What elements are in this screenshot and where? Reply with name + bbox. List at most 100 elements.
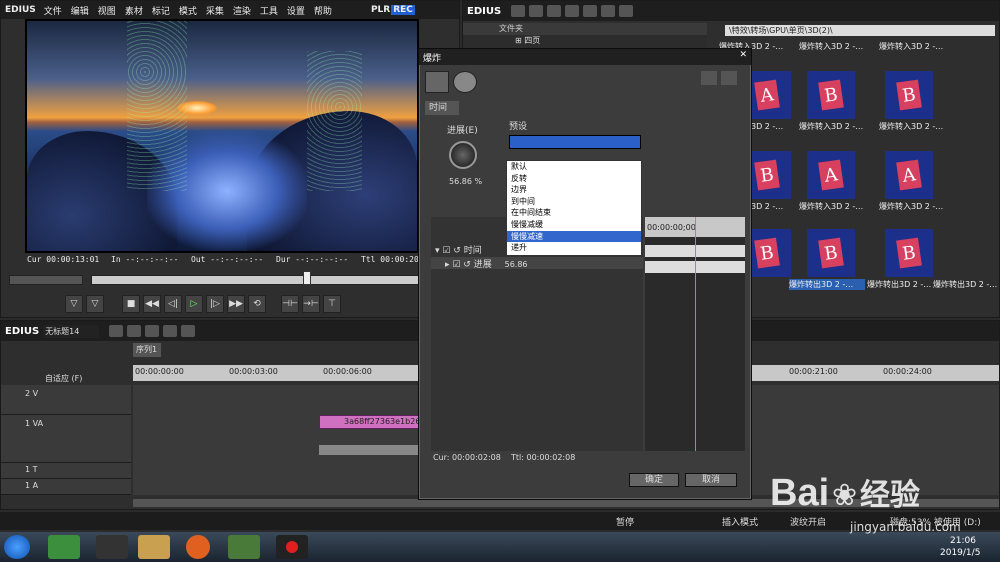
progress-knob[interactable] — [449, 141, 477, 169]
folder-item[interactable]: ⊞ 四页 — [463, 35, 707, 47]
mode-rec[interactable]: REC — [391, 5, 415, 15]
dialog-title: 爆炸 — [423, 54, 442, 64]
delete-icon[interactable] — [583, 5, 598, 17]
preset-dropdown[interactable] — [509, 135, 641, 149]
preset-option[interactable]: 在中间结束 — [507, 207, 641, 219]
preset-option[interactable]: 慢慢减缓 — [507, 219, 641, 231]
overwrite-button[interactable]: →⊢ — [302, 295, 320, 313]
fast-forward-button[interactable]: ▶▶ — [227, 295, 245, 313]
menu-edit[interactable]: 编辑 — [71, 4, 89, 17]
preset-option[interactable]: 到中间 — [507, 196, 641, 208]
time-tab[interactable]: 时间 — [425, 101, 459, 115]
cut-icon[interactable] — [145, 325, 160, 337]
slider-knob[interactable] — [303, 271, 311, 285]
properties-icon[interactable] — [619, 5, 634, 17]
firefox-icon[interactable] — [186, 535, 210, 559]
qq-icon[interactable] — [96, 535, 128, 559]
watermark-url: jingyan.baidu.com — [850, 520, 961, 534]
watermark-brand: Bai — [770, 472, 830, 514]
transition-thumb[interactable]: A — [885, 151, 933, 199]
redo-icon[interactable] — [721, 71, 737, 85]
track-header-2v[interactable]: 2 V — [1, 385, 131, 415]
start-button[interactable] — [4, 535, 30, 559]
tree-progress: 进展 — [473, 260, 492, 270]
rewind-button[interactable]: ◀◀ — [143, 295, 161, 313]
fit-control[interactable]: 自适应 (F) — [45, 373, 82, 384]
track-header-1a[interactable]: 1 A — [1, 479, 131, 495]
sequence-tab[interactable]: 序列1 — [133, 343, 161, 357]
view-icon[interactable] — [547, 5, 562, 17]
trim-button[interactable]: ⊤ — [323, 295, 341, 313]
thumb-label: 爆炸转入3D 2 -… — [879, 122, 944, 131]
shuttle-bar[interactable] — [9, 275, 83, 285]
preview-image — [27, 21, 417, 251]
copy-icon[interactable] — [163, 325, 178, 337]
menu-view[interactable]: 视图 — [98, 4, 116, 17]
track-header-1va[interactable]: 1 VA — [1, 415, 131, 463]
close-icon[interactable]: ✕ — [739, 50, 747, 60]
edius-taskbar-icon[interactable] — [228, 535, 260, 559]
loop-button[interactable]: ⟲ — [248, 295, 266, 313]
preset-option[interactable]: 边界 — [507, 184, 641, 196]
new-sequence-icon[interactable] — [109, 325, 124, 337]
windows-taskbar: 21:06 2019/1/5 — [0, 532, 1000, 562]
folder-item-label: 四页 — [524, 36, 541, 45]
set-in-button[interactable]: ▽ — [65, 295, 83, 313]
paint-tool-icon[interactable] — [425, 71, 449, 93]
folder-header: 文件夹 — [463, 23, 707, 35]
paste-icon[interactable] — [181, 325, 196, 337]
transition-thumb[interactable]: B — [807, 229, 855, 277]
menu-help[interactable]: 帮助 — [314, 4, 332, 17]
step-forward-button[interactable]: |▷ — [206, 295, 224, 313]
menu-render[interactable]: 渲染 — [233, 4, 251, 17]
ruler-tick: 00:00:00:00 — [135, 367, 184, 376]
folder-icon[interactable] — [511, 5, 526, 17]
stop-button[interactable]: ■ — [122, 295, 140, 313]
progress-value: 56.86 % — [449, 177, 483, 186]
step-back-button[interactable]: ◁| — [164, 295, 182, 313]
menu-mode[interactable]: 模式 — [179, 4, 197, 17]
set-out-button[interactable]: ▽ — [86, 295, 104, 313]
explorer-icon[interactable] — [138, 535, 170, 559]
project-name: 无标题14 — [43, 324, 100, 338]
menu-clip[interactable]: 素材 — [125, 4, 143, 17]
preset-option[interactable]: 默认 — [507, 161, 641, 173]
cancel-button[interactable]: 取消 — [685, 473, 737, 487]
play-button[interactable]: ▷ — [185, 295, 203, 313]
undo-icon[interactable] — [701, 71, 717, 85]
menu-tools[interactable]: 工具 — [260, 4, 278, 17]
grid-icon[interactable] — [601, 5, 616, 17]
preset-dropdown-list[interactable]: 默认 反转 边界 到中间 在中间结束 慢慢减缓 慢慢减速 递升 — [506, 160, 642, 256]
mode-plr[interactable]: PLR — [371, 5, 390, 15]
playhead[interactable] — [695, 217, 696, 451]
dur-timecode: Dur --:--:--:-- — [276, 255, 349, 264]
timer-tool-icon[interactable] — [453, 71, 477, 93]
menu-file[interactable]: 文件 — [44, 4, 62, 17]
transition-thumb[interactable]: B — [885, 229, 933, 277]
menu-capture[interactable]: 采集 — [206, 4, 224, 17]
preset-option[interactable]: 反转 — [507, 173, 641, 185]
menu-marker[interactable]: 标记 — [152, 4, 170, 17]
thumb-label: 爆炸转出3D 2 -… — [867, 280, 932, 289]
transition-thumb[interactable]: B — [885, 71, 933, 119]
up-icon[interactable] — [529, 5, 544, 17]
sort-icon[interactable] — [565, 5, 580, 17]
insert-button[interactable]: ⊣⊢ — [281, 295, 299, 313]
dialog-cur: Cur: 00:00:02:08 — [433, 453, 501, 462]
position-slider[interactable] — [91, 275, 421, 285]
record-icon[interactable] — [276, 535, 308, 559]
timeline-clip[interactable]: 3a68ff27363e1b26 — [319, 415, 419, 429]
tree-row-progress[interactable]: ▸ ☑ ↺ 进展 56.86 — [431, 257, 643, 270]
menu-settings[interactable]: 设置 — [287, 4, 305, 17]
ok-button[interactable]: 确定 — [629, 473, 679, 487]
track-name: 1 A — [25, 481, 39, 490]
preset-option[interactable]: 递升 — [507, 242, 641, 254]
track-header-1t[interactable]: 1 T — [1, 463, 131, 479]
clock-time: 21:06 — [950, 536, 976, 546]
cur-timecode: Cur 00:00:13:01 — [27, 255, 100, 264]
browser-icon[interactable] — [48, 535, 80, 559]
save-icon[interactable] — [127, 325, 142, 337]
transition-thumb[interactable]: A — [807, 151, 855, 199]
transition-thumb[interactable]: B — [807, 71, 855, 119]
preset-option-selected[interactable]: 慢慢减速 — [507, 230, 641, 243]
